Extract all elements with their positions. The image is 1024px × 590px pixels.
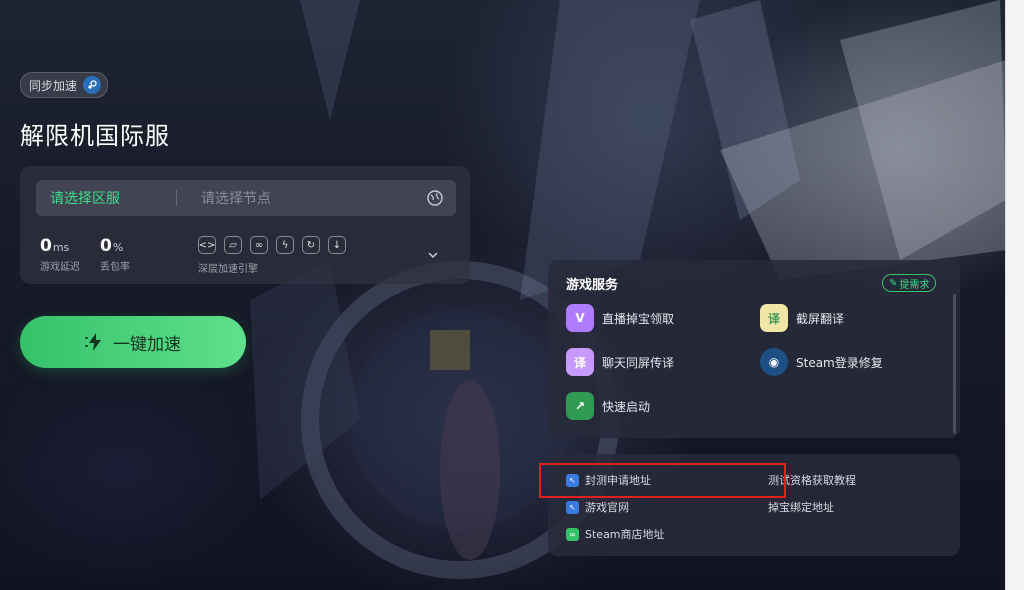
- node-select[interactable]: 请选择节点: [177, 188, 426, 208]
- service-label: Steam登录修复: [796, 355, 883, 370]
- chat-translate-icon: 译: [566, 348, 594, 376]
- highlight-box: [539, 463, 786, 498]
- latency-unit: ms: [52, 241, 70, 254]
- latency-label: 游戏延迟: [40, 262, 80, 273]
- sync-boost-label: 同步加速: [29, 78, 78, 93]
- steam-icon: ◉: [760, 348, 788, 376]
- sync-boost-tag[interactable]: 同步加速: [20, 72, 109, 98]
- lightning-icon: [85, 333, 101, 351]
- pencil-icon: ✎: [889, 277, 898, 289]
- service-label: 快速启动: [602, 399, 651, 414]
- request-label: 提需求: [899, 279, 930, 291]
- service-label: 截屏翻译: [796, 311, 845, 326]
- packet-loss-label: 丢包率: [100, 262, 130, 273]
- service-label: 直播掉宝领取: [602, 311, 675, 326]
- refresh-icon[interactable]: ↻: [302, 236, 320, 254]
- services-scrollbar[interactable]: [953, 294, 956, 434]
- link-drop-binding[interactable]: 掉宝绑定地址: [768, 499, 834, 515]
- packet-loss-unit: %: [112, 241, 124, 254]
- acceleration-panel: 请选择区服 请选择节点 0ms 游戏延迟 0% 丢包率 <> ▱ ∞ ϟ ↻ ↓…: [20, 166, 470, 284]
- latency-value: 0: [40, 236, 52, 256]
- service-drop-claim[interactable]: V 直播掉宝领取: [566, 304, 674, 332]
- engine-label: 深层加速引擎: [198, 264, 258, 275]
- game-services-panel: 游戏服务 ✎ 提需求 V 直播掉宝领取 译 截屏翻译 译 聊天同屏传译 ◉ St…: [548, 260, 960, 438]
- translate-icon: 译: [760, 304, 788, 332]
- link-steam-store[interactable]: ∞ Steam商店地址: [566, 526, 665, 542]
- engine-icon-row: <> ▱ ∞ ϟ ↻ ↓: [198, 236, 346, 254]
- code-icon[interactable]: <>: [198, 236, 216, 254]
- server-node-selector: 请选择区服 请选择节点: [36, 180, 456, 216]
- service-steam-login-fix[interactable]: ◉ Steam登录修复: [760, 348, 883, 376]
- quick-launch-icon: ↗: [566, 392, 594, 420]
- link-icon[interactable]: ∞: [250, 236, 268, 254]
- chevron-down-icon[interactable]: [426, 248, 440, 262]
- packet-loss-value: 0: [100, 236, 112, 256]
- link-official-site[interactable]: ↖ 游戏官网: [566, 499, 629, 515]
- service-label: 聊天同屏传译: [602, 355, 675, 370]
- gift-icon: V: [566, 304, 594, 332]
- window-icon[interactable]: ▱: [224, 236, 242, 254]
- latency-stat: 0ms 游戏延迟: [40, 236, 80, 273]
- globe-icon[interactable]: [426, 189, 444, 207]
- one-click-boost-button[interactable]: 一键加速: [20, 316, 246, 368]
- packet-loss-stat: 0% 丢包率: [100, 236, 130, 273]
- download-icon[interactable]: ↓: [328, 236, 346, 254]
- bolt-icon[interactable]: ϟ: [276, 236, 294, 254]
- steam-icon: [83, 76, 102, 94]
- chain-icon: ∞: [566, 527, 579, 541]
- service-chat-translate[interactable]: 译 聊天同屏传译: [566, 348, 674, 376]
- boost-label: 一键加速: [113, 334, 181, 355]
- window-scrollbar-strip: [1005, 0, 1024, 590]
- link-label: Steam商店地址: [585, 528, 665, 541]
- page-title: 解限机国际服: [20, 122, 170, 150]
- request-button[interactable]: ✎ 提需求: [882, 274, 937, 292]
- link-label: 游戏官网: [585, 501, 629, 514]
- region-select[interactable]: 请选择区服: [36, 188, 176, 208]
- link-icon: ↖: [566, 500, 579, 514]
- services-title: 游戏服务: [566, 278, 619, 293]
- link-label: 掉宝绑定地址: [768, 501, 834, 514]
- service-screenshot-translate[interactable]: 译 截屏翻译: [760, 304, 844, 332]
- service-quick-launch[interactable]: ↗ 快速启动: [566, 392, 650, 420]
